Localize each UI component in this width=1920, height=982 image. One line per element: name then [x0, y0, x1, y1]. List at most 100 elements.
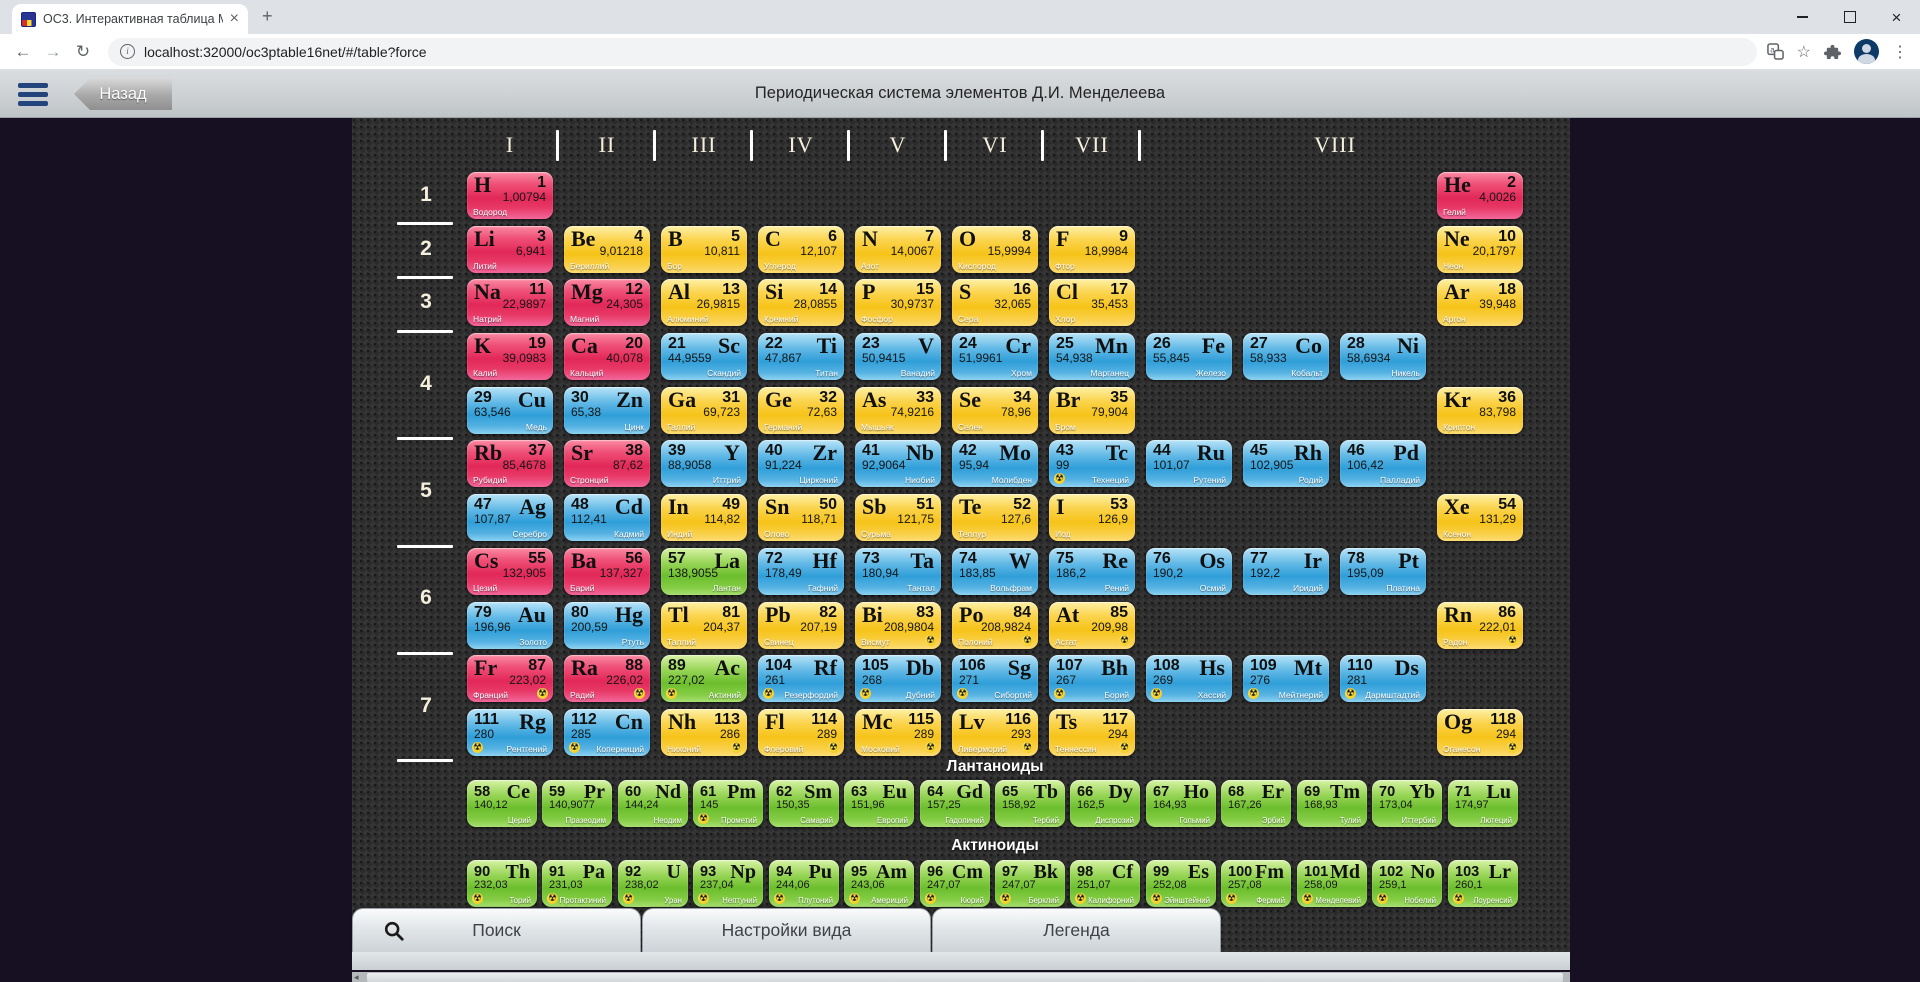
element-cell-Rn[interactable]: Rn86222,01Радон☢	[1437, 602, 1523, 649]
element-cell-Ti[interactable]: Ti2247,867Титан	[758, 333, 844, 380]
back-button[interactable]: Назад	[74, 78, 172, 110]
address-bar[interactable]: i localhost:32000/oc3ptable16net/#/table…	[108, 38, 1757, 66]
element-cell-Li[interactable]: Li36,941Литий	[467, 226, 553, 273]
element-cell-U[interactable]: U92238,02Уран☢	[618, 860, 688, 907]
element-cell-Be[interactable]: Be49,01218Бериллий	[564, 226, 650, 273]
tab-close-icon[interactable]: ×	[230, 11, 239, 27]
element-cell-Sg[interactable]: Sg106271Сиборгий☢	[952, 655, 1038, 702]
element-cell-Ce[interactable]: Ce58140,12Церий	[467, 780, 537, 827]
element-cell-Ca[interactable]: Ca2040,078Кальций	[564, 333, 650, 380]
element-cell-Bk[interactable]: Bk97247,07Берклий☢	[995, 860, 1065, 907]
element-cell-Zn[interactable]: Zn3065,38Цинк	[564, 387, 650, 434]
forward-nav-icon[interactable]: →	[38, 42, 68, 62]
element-cell-H[interactable]: H11,00794Водород	[467, 172, 553, 219]
element-cell-P[interactable]: P1530,9737Фосфор	[855, 279, 941, 326]
element-cell-Md[interactable]: Md101258,09Менделевий☢	[1297, 860, 1367, 907]
hamburger-menu-icon[interactable]	[18, 83, 48, 110]
maximize-button[interactable]	[1826, 0, 1873, 34]
element-cell-Cs[interactable]: Cs55132,905Цезий	[467, 548, 553, 595]
site-info-icon[interactable]: i	[120, 44, 135, 59]
element-cell-Es[interactable]: Es99252,08Эйнштейний☢	[1146, 860, 1216, 907]
element-cell-Rh[interactable]: Rh45102,905Родий	[1243, 440, 1329, 487]
element-cell-Pd[interactable]: Pd46106,42Палладий	[1340, 440, 1426, 487]
extensions-puzzle-icon[interactable]	[1824, 43, 1841, 60]
tab-search[interactable]: Поиск	[352, 908, 641, 952]
element-cell-Po[interactable]: Po84208,9824Полоний☢	[952, 602, 1038, 649]
element-cell-Bh[interactable]: Bh107267Борий☢	[1049, 655, 1135, 702]
element-cell-W[interactable]: W74183,85Вольфрам	[952, 548, 1038, 595]
tab-view-settings[interactable]: Настройки вида	[642, 908, 931, 952]
element-cell-Fe[interactable]: Fe2655,845Железо	[1146, 333, 1232, 380]
reload-icon[interactable]: ↻	[68, 42, 98, 62]
element-cell-Sb[interactable]: Sb51121,75Сурьма	[855, 494, 941, 541]
browser-menu-icon[interactable]: ⋮	[1892, 42, 1908, 62]
element-cell-Sr[interactable]: Sr3887,62Стронций	[564, 440, 650, 487]
element-cell-Zr[interactable]: Zr4091,224Цирконий	[758, 440, 844, 487]
element-cell-Cr[interactable]: Cr2451,9961Хром	[952, 333, 1038, 380]
element-cell-Ir[interactable]: Ir77192,2Иридий	[1243, 548, 1329, 595]
element-cell-Ga[interactable]: Ga3169,723Галлий	[661, 387, 747, 434]
element-cell-La[interactable]: La57138,9055Лантан	[661, 548, 747, 595]
element-cell-Xe[interactable]: Xe54131,29Ксенон	[1437, 494, 1523, 541]
element-cell-Ne[interactable]: Ne1020,1797Неон	[1437, 226, 1523, 273]
element-cell-No[interactable]: No102259,1Нобелий☢	[1372, 860, 1442, 907]
element-cell-O[interactable]: O815,9994Кислород	[952, 226, 1038, 273]
element-cell-K[interactable]: K1939,0983Калий	[467, 333, 553, 380]
element-cell-Nh[interactable]: Nh113286Нихоний☢	[661, 709, 747, 756]
element-cell-Fm[interactable]: Fm100257,08Фермий☢	[1221, 860, 1291, 907]
element-cell-Pt[interactable]: Pt78195,09Платина	[1340, 548, 1426, 595]
element-cell-Er[interactable]: Er68167,26Эрбий	[1221, 780, 1291, 827]
element-cell-Cf[interactable]: Cf98251,07Калифорний☢	[1070, 860, 1140, 907]
element-cell-Fr[interactable]: Fr87223,02Франций☢	[467, 655, 553, 702]
element-cell-Ru[interactable]: Ru44101,07Рутений	[1146, 440, 1232, 487]
element-cell-Se[interactable]: Se3478,96Селен	[952, 387, 1038, 434]
scrollbar-thumb[interactable]	[367, 973, 1563, 982]
element-cell-N[interactable]: N714,0067Азот	[855, 226, 941, 273]
element-cell-As[interactable]: As3374,9216Мышьяк	[855, 387, 941, 434]
element-cell-Th[interactable]: Th90232,03Торий☢	[467, 860, 537, 907]
element-cell-Au[interactable]: Au79196,96Золото	[467, 602, 553, 649]
element-cell-At[interactable]: At85209,98Астат☢	[1049, 602, 1135, 649]
element-cell-Tl[interactable]: Tl81204,37Таллий	[661, 602, 747, 649]
element-cell-Co[interactable]: Co2758,933Кобальт	[1243, 333, 1329, 380]
element-cell-Si[interactable]: Si1428,0855Кремний	[758, 279, 844, 326]
element-cell-Pa[interactable]: Pa91231,03Протактиний☢	[542, 860, 612, 907]
element-cell-Ho[interactable]: Ho67164,93Гольмий	[1146, 780, 1216, 827]
element-cell-Mc[interactable]: Mc115289Московий☢	[855, 709, 941, 756]
element-cell-Re[interactable]: Re75186,2Рений	[1049, 548, 1135, 595]
element-cell-Fl[interactable]: Fl114289Флеровий☢	[758, 709, 844, 756]
element-cell-Yb[interactable]: Yb70173,04Иттербий	[1372, 780, 1442, 827]
element-cell-Ba[interactable]: Ba56137,327Барий	[564, 548, 650, 595]
element-cell-B[interactable]: B510,811Бор	[661, 226, 747, 273]
element-cell-Lr[interactable]: Lr103260,1Лоуренсий☢	[1448, 860, 1518, 907]
element-cell-Rg[interactable]: Rg111280Рентгений☢	[467, 709, 553, 756]
back-nav-icon[interactable]: ←	[8, 42, 38, 62]
element-cell-Ta[interactable]: Ta73180,94Тантал	[855, 548, 941, 595]
element-cell-Y[interactable]: Y3988,9058Иттрий	[661, 440, 747, 487]
minimize-button[interactable]	[1779, 0, 1826, 34]
element-cell-Nd[interactable]: Nd60144,24Неодим	[618, 780, 688, 827]
profile-avatar[interactable]	[1854, 39, 1879, 64]
element-cell-Gd[interactable]: Gd64157,25Гадолиний	[920, 780, 990, 827]
element-cell-Db[interactable]: Db105268Дубний☢	[855, 655, 941, 702]
element-cell-Eu[interactable]: Eu63151,96Европий	[844, 780, 914, 827]
element-cell-Tc[interactable]: Tc4399Технеций☢	[1049, 440, 1135, 487]
element-cell-Ra[interactable]: Ra88226,02Радий☢	[564, 655, 650, 702]
element-cell-Sc[interactable]: Sc2144,9559Скандий	[661, 333, 747, 380]
element-cell-Lu[interactable]: Lu71174,97Лютеций	[1448, 780, 1518, 827]
close-button[interactable]: ×	[1873, 0, 1920, 34]
element-cell-Sm[interactable]: Sm62150,35Самарий	[769, 780, 839, 827]
element-cell-Ds[interactable]: Ds110281Дармштадтий☢	[1340, 655, 1426, 702]
tab-legend[interactable]: Легенда	[932, 908, 1221, 952]
element-cell-He[interactable]: He24,0026Гелий	[1437, 172, 1523, 219]
element-cell-Ni[interactable]: Ni2858,6934Никель	[1340, 333, 1426, 380]
element-cell-Rb[interactable]: Rb3785,4678Рубидий	[467, 440, 553, 487]
element-cell-Br[interactable]: Br3579,904Бром	[1049, 387, 1135, 434]
horizontal-scrollbar[interactable]: ◂	[352, 972, 1570, 982]
element-cell-Cu[interactable]: Cu2963,546Медь	[467, 387, 553, 434]
element-cell-Tb[interactable]: Tb65158,92Тербий	[995, 780, 1065, 827]
element-cell-Na[interactable]: Na1122,9897Натрий	[467, 279, 553, 326]
url-text[interactable]: localhost:32000/oc3ptable16net/#/table?f…	[144, 44, 427, 60]
element-cell-Nb[interactable]: Nb4192,9064Ниобий	[855, 440, 941, 487]
element-cell-Hf[interactable]: Hf72178,49Гафний	[758, 548, 844, 595]
